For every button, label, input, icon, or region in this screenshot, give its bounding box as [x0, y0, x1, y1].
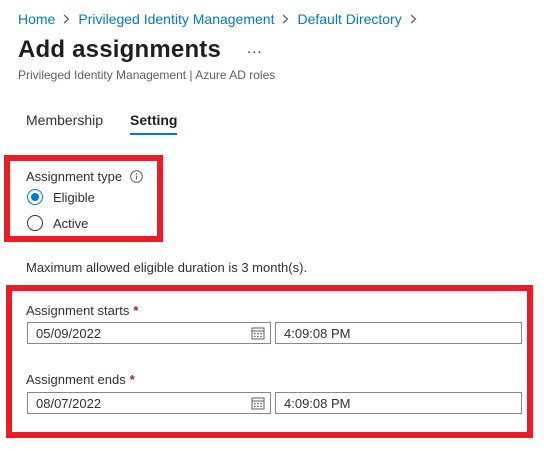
calendar-icon[interactable]: [251, 326, 265, 343]
radio-active-circle[interactable]: [27, 215, 43, 231]
start-date-input[interactable]: 05/09/2022: [27, 322, 271, 344]
page-subtitle: Privileged Identity Management | Azure A…: [18, 68, 276, 82]
breadcrumb-home[interactable]: Home: [18, 11, 55, 27]
assignment-type-label-text: Assignment type: [26, 169, 123, 184]
start-time-input[interactable]: 4:09:08 PM: [275, 322, 522, 344]
assignment-starts-label: Assignment starts *: [26, 303, 138, 318]
radio-eligible-circle[interactable]: [27, 189, 43, 205]
chevron-right-icon: [63, 14, 70, 24]
breadcrumb-pim[interactable]: Privileged Identity Management: [78, 11, 274, 27]
radio-active-label: Active: [53, 215, 89, 231]
end-time-input[interactable]: 4:09:08 PM: [275, 392, 522, 414]
breadcrumb-default-directory[interactable]: Default Directory: [297, 11, 401, 27]
start-time-value: 4:09:08 PM: [284, 325, 351, 341]
max-duration-note: Maximum allowed eligible duration is 3 m…: [26, 260, 308, 275]
assignment-type-label: Assignment type: [26, 169, 143, 184]
radio-active[interactable]: Active: [27, 215, 88, 231]
tab-bar: Membership Setting: [26, 112, 178, 135]
chevron-right-icon: [282, 14, 289, 24]
end-date-input[interactable]: 08/07/2022: [27, 392, 271, 414]
radio-eligible-label: Eligible: [53, 189, 95, 205]
end-time-value: 4:09:08 PM: [284, 395, 351, 411]
end-date-value: 08/07/2022: [36, 395, 102, 411]
assignment-ends-label: Assignment ends *: [26, 372, 135, 387]
assignment-ends-label-text: Assignment ends: [26, 372, 126, 387]
calendar-icon[interactable]: [251, 396, 265, 413]
start-date-value: 05/09/2022: [36, 325, 102, 341]
page-title: Add assignments: [18, 36, 222, 63]
info-icon[interactable]: [130, 170, 143, 183]
required-asterisk: *: [129, 372, 135, 387]
tab-setting[interactable]: Setting: [130, 112, 178, 135]
assignment-starts-label-text: Assignment starts: [26, 303, 130, 318]
tab-membership[interactable]: Membership: [26, 112, 103, 135]
required-asterisk: *: [133, 303, 139, 318]
breadcrumb: Home Privileged Identity Management Defa…: [18, 10, 425, 28]
more-options-button[interactable]: ...: [247, 40, 263, 57]
radio-eligible[interactable]: Eligible: [27, 189, 95, 205]
chevron-right-icon: [410, 14, 417, 24]
title-row: Add assignments ...: [18, 36, 263, 64]
